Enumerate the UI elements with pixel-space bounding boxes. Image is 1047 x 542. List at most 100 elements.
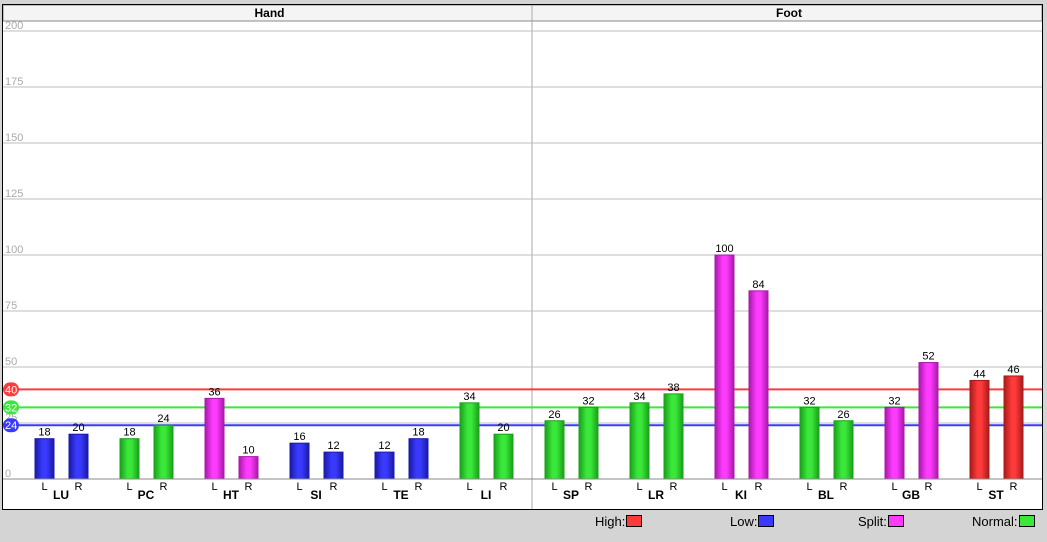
legend-normal-swatch <box>1018 515 1035 527</box>
bar-value-label: 32 <box>888 395 900 407</box>
bar-lu-r <box>68 433 89 480</box>
side-label: L <box>466 481 472 493</box>
side-label: R <box>755 481 763 493</box>
side-label: L <box>381 481 387 493</box>
side-label: L <box>976 481 982 493</box>
bar-pc-r <box>153 424 174 480</box>
side-label: R <box>330 481 338 493</box>
panel-title-foot: Foot <box>776 6 802 20</box>
bar-ht-l <box>204 397 225 480</box>
legend-normal: Normal: <box>972 513 1035 529</box>
y-tick-label: 150 <box>5 132 23 144</box>
channel-label-lr: LR <box>648 488 664 502</box>
bar-value-label: 52 <box>922 351 934 363</box>
channel-label-st: ST <box>988 488 1004 502</box>
bar-value-label: 34 <box>633 391 645 403</box>
channel-label-bl: BL <box>818 488 834 502</box>
side-label: L <box>636 481 642 493</box>
side-label: L <box>806 481 812 493</box>
bar-gb-l <box>884 406 905 480</box>
bar-st-r <box>1003 375 1024 480</box>
bar-lr-l <box>629 402 650 480</box>
y-tick-label: 125 <box>5 188 23 200</box>
bar-value-label: 24 <box>157 413 169 425</box>
bar-value-label: 26 <box>837 409 849 421</box>
bar-ki-r <box>748 290 769 480</box>
side-label: R <box>415 481 423 493</box>
side-label: R <box>1010 481 1018 493</box>
bar-li-r <box>493 433 514 480</box>
y-tick-label: 50 <box>5 356 17 368</box>
bar-ki-l <box>714 254 735 480</box>
y-tick-label: 100 <box>5 244 23 256</box>
bar-value-label: 20 <box>497 422 509 434</box>
bar-chart: Hand Foot025507510012515017520040322418L2… <box>3 5 1042 509</box>
channel-label-ht: HT <box>223 488 240 502</box>
bar-pc-l <box>119 438 140 480</box>
channel-label-si: SI <box>310 488 321 502</box>
bar-lu-l <box>34 438 55 480</box>
bar-value-label: 10 <box>242 445 254 457</box>
side-label: R <box>840 481 848 493</box>
legend-split: Split: <box>858 513 904 529</box>
bar-value-label: 18 <box>38 427 50 439</box>
bar-value-label: 100 <box>715 243 733 255</box>
bar-si-r <box>323 451 344 480</box>
bar-value-label: 12 <box>378 440 390 452</box>
bar-value-label: 32 <box>803 395 815 407</box>
channel-label-te: TE <box>393 488 408 502</box>
side-label: R <box>585 481 593 493</box>
bar-value-label: 18 <box>123 427 135 439</box>
bar-ht-r <box>238 456 259 480</box>
bar-value-label: 38 <box>667 382 679 394</box>
bar-value-label: 18 <box>412 427 424 439</box>
bar-lr-r <box>663 393 684 480</box>
panel-title-hand: Hand <box>255 6 285 20</box>
channel-label-ki: KI <box>735 488 747 502</box>
legend-low-label: Low: <box>730 513 758 529</box>
side-label: L <box>891 481 897 493</box>
legend-normal-label: Normal: <box>972 513 1018 529</box>
bar-value-label: 36 <box>208 386 220 398</box>
bar-sp-r <box>578 406 599 480</box>
bar-value-label: 12 <box>327 440 339 452</box>
bar-value-label: 34 <box>463 391 475 403</box>
side-label: L <box>551 481 557 493</box>
bar-value-label: 16 <box>293 431 305 443</box>
bar-value-label: 44 <box>973 368 985 380</box>
channel-label-pc: PC <box>138 488 155 502</box>
legend-low-swatch <box>758 515 775 527</box>
side-label: R <box>925 481 933 493</box>
side-label: R <box>670 481 678 493</box>
bar-value-label: 84 <box>752 279 764 291</box>
y-tick-label: 200 <box>5 20 23 32</box>
bar-value-label: 26 <box>548 409 560 421</box>
reference-label-normal: 32 <box>5 402 17 414</box>
side-label: R <box>245 481 253 493</box>
bar-bl-l <box>799 406 820 480</box>
channel-label-li: LI <box>481 488 492 502</box>
side-label: R <box>500 481 508 493</box>
channel-label-gb: GB <box>902 488 920 502</box>
bar-bl-r <box>833 420 854 480</box>
side-label: R <box>160 481 168 493</box>
bar-gb-r <box>918 362 939 480</box>
y-tick-label: 175 <box>5 76 23 88</box>
bar-li-l <box>459 402 480 480</box>
legend-split-label: Split: <box>858 513 887 529</box>
side-label: L <box>211 481 217 493</box>
reference-label-high: 40 <box>5 384 17 396</box>
side-label: L <box>296 481 302 493</box>
channel-label-lu: LU <box>53 488 69 502</box>
bar-value-label: 20 <box>72 422 84 434</box>
side-label: L <box>41 481 47 493</box>
bar-sp-l <box>544 420 565 480</box>
legend-high-swatch <box>626 515 643 527</box>
bar-te-r <box>408 438 429 480</box>
panel-header-band <box>3 5 1042 22</box>
legend-low: Low: <box>730 513 775 529</box>
side-label: R <box>75 481 83 493</box>
legend-high-label: High: <box>595 513 626 529</box>
bar-value-label: 32 <box>582 395 594 407</box>
legend-high: High: <box>595 513 643 529</box>
